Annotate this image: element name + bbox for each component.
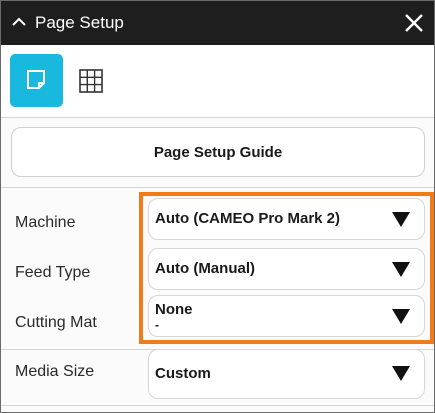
panel-title: Page Setup	[35, 13, 124, 32]
page-setup-guide-button[interactable]: Page Setup Guide	[11, 127, 425, 177]
close-icon[interactable]	[402, 11, 426, 35]
cutting-mat-select[interactable]: None -	[148, 295, 425, 337]
feed-type-select[interactable]: Auto (Manual)	[148, 248, 425, 290]
dropdown-arrow-icon	[392, 262, 410, 277]
dropdown-arrow-icon	[392, 212, 410, 227]
divider	[1, 187, 434, 188]
title-bar: Page Setup	[1, 1, 434, 45]
page-icon	[27, 70, 45, 89]
machine-value: Auto (CAMEO Pro Mark 2)	[155, 210, 341, 227]
grid-icon[interactable]	[76, 66, 106, 96]
tab-bar	[1, 45, 434, 117]
dropdown-arrow-icon	[392, 309, 410, 324]
dropdown-arrow-icon	[392, 366, 410, 381]
feed-type-label: Feed Type	[15, 264, 91, 281]
cutting-mat-label: Cutting Mat	[15, 314, 97, 331]
cutting-mat-value: None	[155, 301, 193, 318]
media-size-label: Media Size	[15, 363, 95, 380]
chevron-up-icon[interactable]	[10, 13, 28, 31]
divider	[1, 405, 434, 406]
page-setup-panel: Page Setup Page Setup Guide Machine Auto…	[0, 0, 435, 413]
media-size-value: Custom	[155, 365, 211, 382]
cutting-mat-subvalue: -	[155, 318, 159, 332]
divider	[1, 117, 434, 118]
media-size-select[interactable]: Custom	[148, 349, 425, 399]
machine-label: Machine	[15, 214, 76, 231]
tab-page-setup[interactable]	[10, 54, 63, 107]
feed-type-value: Auto (Manual)	[155, 260, 255, 277]
machine-select[interactable]: Auto (CAMEO Pro Mark 2)	[148, 198, 425, 240]
